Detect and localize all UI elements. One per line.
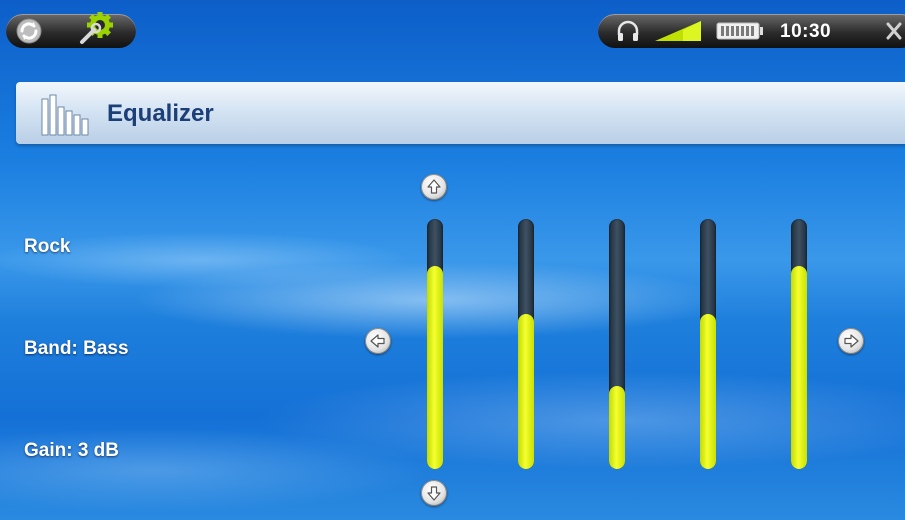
band-slider-3[interactable] xyxy=(609,219,625,469)
settings-icon[interactable] xyxy=(78,12,114,46)
signal-icon xyxy=(655,21,701,41)
band-level xyxy=(518,314,534,469)
band-level xyxy=(427,266,443,469)
band-level xyxy=(791,266,807,469)
band-slider-2[interactable] xyxy=(518,219,534,469)
clock: 10:30 xyxy=(780,21,832,42)
equalizer-screen: 10:30 Equalizer Rock Band: Bass Gain: 3 … xyxy=(0,0,905,520)
next-band-button[interactable] xyxy=(838,328,864,354)
page-title: Equalizer xyxy=(107,100,214,127)
equalizer-icon xyxy=(41,94,89,136)
preset-label[interactable]: Rock xyxy=(24,236,70,258)
band-slider-5[interactable] xyxy=(791,219,807,469)
band-level xyxy=(700,314,716,469)
headphones-icon xyxy=(617,20,639,41)
gain-up-button[interactable] xyxy=(421,174,447,200)
band-slider-4[interactable] xyxy=(700,219,716,469)
arrow-left-icon xyxy=(370,334,385,348)
band-label[interactable]: Band: Bass xyxy=(24,338,129,360)
close-icon[interactable] xyxy=(884,20,904,42)
previous-band-button[interactable] xyxy=(365,328,391,354)
gain-down-button[interactable] xyxy=(421,480,447,506)
band-slider-1[interactable] xyxy=(427,219,443,469)
band-level xyxy=(609,386,625,469)
arrow-down-icon xyxy=(427,486,441,501)
arrow-right-icon xyxy=(844,334,859,348)
sync-icon[interactable] xyxy=(14,17,44,45)
gain-label[interactable]: Gain: 3 dB xyxy=(24,440,119,462)
arrow-up-icon xyxy=(427,179,441,194)
battery-icon xyxy=(716,22,763,40)
